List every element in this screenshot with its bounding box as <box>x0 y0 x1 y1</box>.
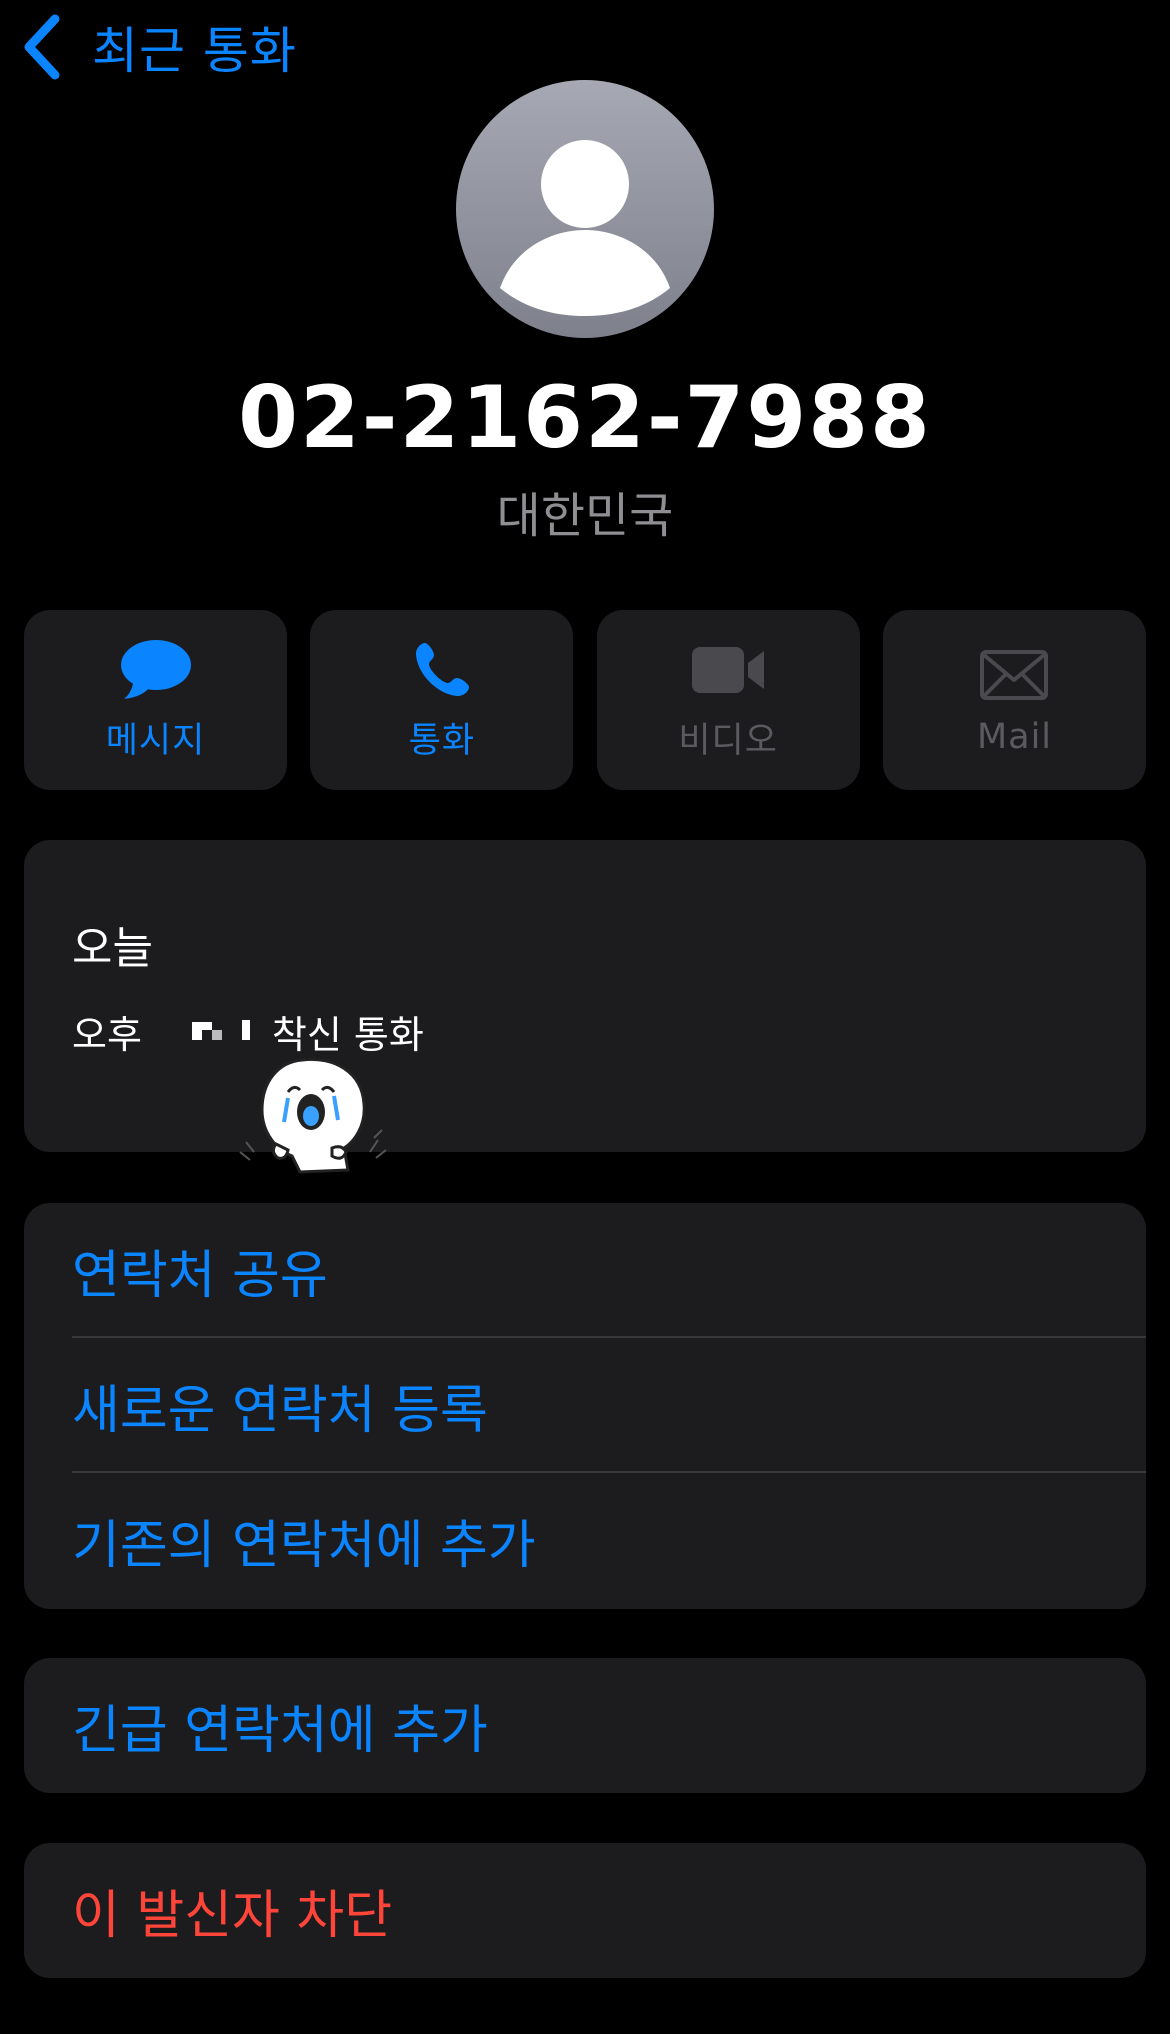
phone-number: 02-2162-7988 <box>238 368 932 468</box>
mail-button[interactable]: Mail <box>882 610 1146 790</box>
history-entry: 오후 착신 통화 <box>72 1004 424 1059</box>
block-caller-card: 이 발신자 차단 <box>24 1843 1146 1978</box>
message-button-label: 메시지 <box>105 720 206 761</box>
avatar <box>456 80 714 338</box>
call-history-card: 오늘 오후 착신 통화 <box>24 840 1146 1152</box>
video-button[interactable]: 비디오 <box>596 610 860 790</box>
mail-envelope-icon <box>980 643 1049 707</box>
country-label: 대한민국 <box>496 488 674 544</box>
crying-sticker <box>236 1052 396 1182</box>
mail-button-label: Mail <box>976 717 1053 757</box>
back-button[interactable]: 최근 통화 <box>22 8 297 86</box>
history-date: 오늘 <box>72 923 153 974</box>
call-button[interactable]: 통화 <box>310 610 574 790</box>
back-button-label: 최근 통화 <box>92 22 297 80</box>
message-button[interactable]: 메시지 <box>24 610 287 790</box>
message-bubble-icon <box>120 638 192 702</box>
quick-actions: 메시지 통화 비디오 Mail <box>24 610 1146 790</box>
add-to-existing-contact-button[interactable]: 기존의 연락처에 추가 <box>24 1473 1146 1608</box>
history-period: 오후 <box>72 1013 142 1057</box>
call-button-label: 통화 <box>408 720 476 761</box>
video-camera-icon <box>690 638 766 702</box>
history-call-type: 착신 통화 <box>271 1013 424 1057</box>
chevron-left-icon <box>22 14 62 80</box>
person-silhouette-icon <box>500 140 670 316</box>
phone-icon <box>412 638 472 702</box>
share-contact-button[interactable]: 연락처 공유 <box>24 1203 1146 1338</box>
add-emergency-contact-button[interactable]: 긴급 연락처에 추가 <box>24 1658 1146 1793</box>
redacted-time <box>191 1019 252 1044</box>
contact-options-card: 연락처 공유 새로운 연락처 등록 기존의 연락처에 추가 <box>24 1203 1146 1609</box>
create-new-contact-button[interactable]: 새로운 연락처 등록 <box>24 1338 1146 1473</box>
emergency-contact-card: 긴급 연락처에 추가 <box>24 1658 1146 1793</box>
video-button-label: 비디오 <box>678 720 778 761</box>
block-caller-button[interactable]: 이 발신자 차단 <box>24 1843 1146 1978</box>
